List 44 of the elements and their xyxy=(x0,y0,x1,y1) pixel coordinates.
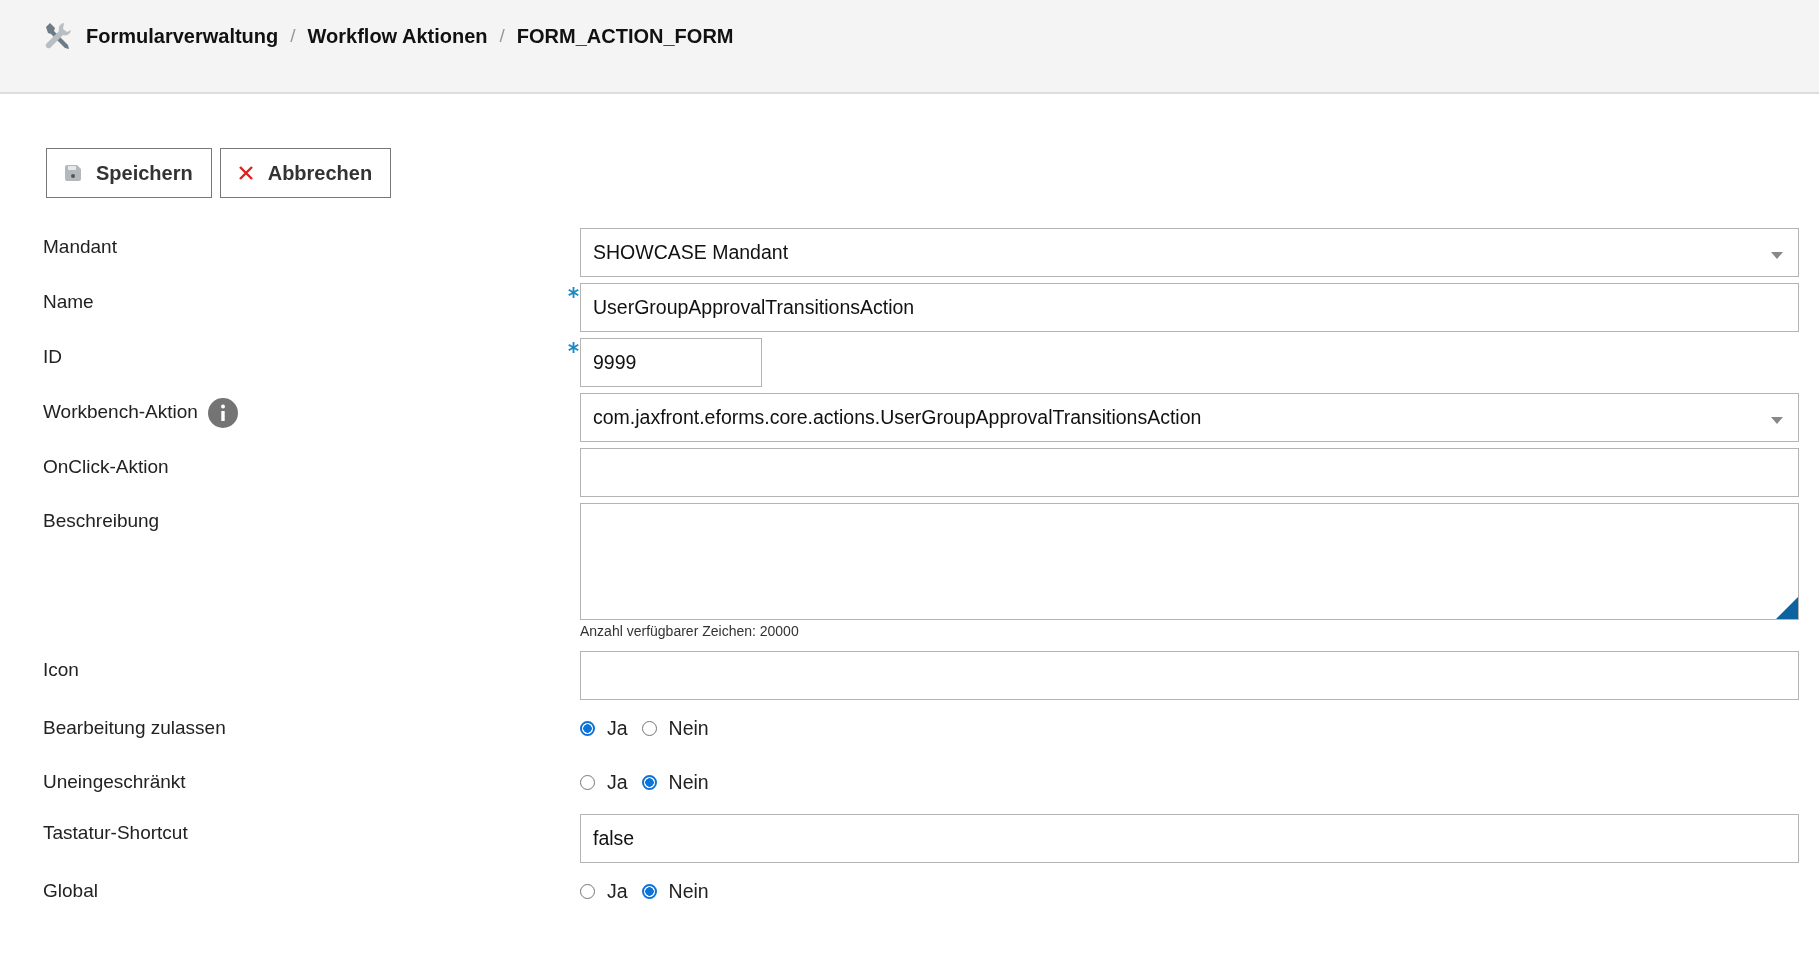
textarea-field[interactable] xyxy=(580,503,1799,620)
breadcrumb-separator: / xyxy=(499,25,505,47)
input-field[interactable] xyxy=(580,651,1799,700)
select-field[interactable]: SHOWCASE Mandant xyxy=(580,228,1799,277)
field-label: Uneingeschränkt xyxy=(43,770,186,794)
radio-option[interactable]: Nein xyxy=(641,770,709,794)
field-label: Workbench-Aktion xyxy=(43,400,198,424)
radio-button[interactable] xyxy=(641,774,657,790)
breadcrumb-link[interactable]: Formularverwaltung xyxy=(86,24,279,48)
breadcrumb-link[interactable]: FORM_ACTION_FORM xyxy=(516,24,734,48)
field-label: Tastatur-Shortcut xyxy=(43,821,188,845)
character-count-hint: Anzahl verfügbarer Zeichen: 20000 xyxy=(580,623,800,639)
radio-button[interactable] xyxy=(641,720,657,736)
field-label: Bearbeitung zulassen xyxy=(43,716,226,740)
field-label: Icon xyxy=(43,658,79,682)
input-field[interactable]: 9999 xyxy=(580,338,762,387)
select-field[interactable]: com.jaxfront.eforms.core.actions.UserGroupApprovalTransitionsAction xyxy=(580,393,1799,442)
radio-button[interactable] xyxy=(580,720,595,736)
caret-icon xyxy=(1771,252,1783,259)
radio-option[interactable]: Nein xyxy=(641,716,709,740)
radio-option[interactable]: Nein xyxy=(641,879,709,903)
field-label: OnClick-Aktion xyxy=(43,455,169,479)
radio-option[interactable]: Ja xyxy=(580,879,628,903)
resize-handle-icon[interactable] xyxy=(1776,597,1798,619)
field-label: Name xyxy=(43,290,94,314)
radio-button[interactable] xyxy=(580,883,595,899)
field-label: Beschreibung xyxy=(43,509,160,533)
breadcrumb-separator: / xyxy=(290,25,296,47)
radio-option[interactable]: Ja xyxy=(580,716,628,740)
info-icon[interactable] xyxy=(207,398,238,428)
field-label: Mandant xyxy=(43,235,117,259)
breadcrumb-link[interactable]: Workflow Aktionen xyxy=(307,24,488,48)
radio-option[interactable]: Ja xyxy=(580,770,628,794)
input-field[interactable] xyxy=(580,448,1799,497)
field-label: Global xyxy=(43,879,98,903)
radio-button[interactable] xyxy=(580,774,595,790)
caret-icon xyxy=(1771,417,1783,424)
save-button[interactable]: Speichern xyxy=(46,148,212,198)
field-label: ID xyxy=(43,345,62,369)
radio-button[interactable] xyxy=(641,883,657,899)
input-field[interactable]: UserGroupApprovalTransitionsAction xyxy=(580,283,1799,332)
close-icon xyxy=(237,165,254,181)
input-field[interactable]: false xyxy=(580,814,1799,863)
cancel-button[interactable]: Abbrechen xyxy=(219,148,392,198)
